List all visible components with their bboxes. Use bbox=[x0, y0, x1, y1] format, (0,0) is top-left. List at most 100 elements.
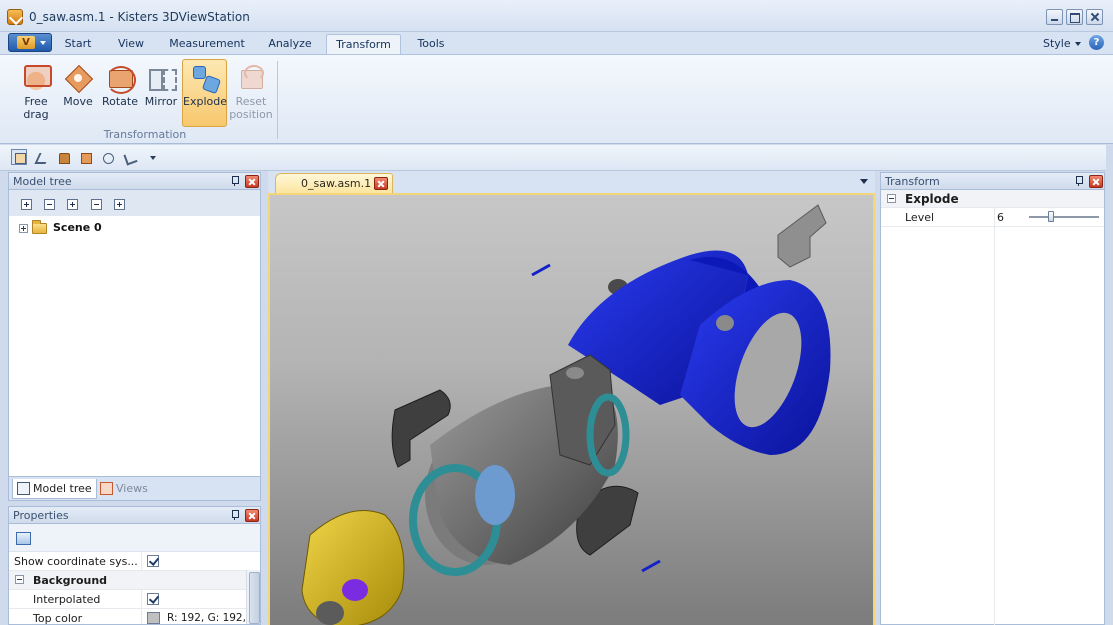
maximize-button[interactable] bbox=[1066, 9, 1083, 25]
transform-header: Transform bbox=[880, 172, 1105, 190]
prop-col-separator bbox=[141, 609, 142, 624]
select-mode-icon[interactable] bbox=[11, 149, 27, 165]
tab-transform[interactable]: Transform bbox=[326, 34, 401, 54]
window-title: 0_saw.asm.1 - Kisters 3DViewStation bbox=[29, 10, 250, 24]
application-menu-button[interactable]: V bbox=[8, 33, 52, 52]
tab-model-tree[interactable]: Model tree bbox=[12, 479, 97, 499]
document-tab-label: 0_saw.asm.1 bbox=[301, 177, 372, 190]
tab-measurement[interactable]: Measurement bbox=[164, 34, 250, 54]
expand-selection-icon[interactable] bbox=[114, 199, 125, 210]
minimize-button[interactable] bbox=[1046, 9, 1063, 25]
prop-name: Top color bbox=[33, 612, 83, 625]
document-tab[interactable]: 0_saw.asm.1 bbox=[275, 173, 393, 193]
close-icon[interactable] bbox=[245, 509, 259, 522]
move-label: Move bbox=[63, 95, 93, 108]
reset-position-icon bbox=[236, 63, 266, 93]
pin-part bbox=[641, 559, 661, 573]
purple-part bbox=[342, 579, 368, 601]
measure-angle-icon[interactable] bbox=[122, 150, 138, 166]
3d-viewport[interactable] bbox=[268, 193, 875, 625]
ribbon-tabs: V Start View Measurement Analyze Transfo… bbox=[0, 32, 1113, 54]
free-drag-label-2: drag bbox=[23, 108, 49, 121]
views-icon bbox=[100, 482, 113, 495]
transformation-group-label: Transformation bbox=[103, 128, 187, 141]
box-icon[interactable] bbox=[78, 150, 94, 166]
group-separator bbox=[277, 61, 278, 139]
pin-icon[interactable] bbox=[231, 510, 239, 520]
expand-level-icon[interactable] bbox=[67, 199, 78, 210]
scene-label[interactable]: Scene 0 bbox=[53, 221, 102, 234]
free-drag-label-1: Free bbox=[24, 95, 48, 108]
model-tree-header: Model tree bbox=[8, 172, 261, 190]
tab-view[interactable]: View bbox=[110, 34, 152, 54]
move-button[interactable]: Move bbox=[58, 59, 98, 127]
close-window-button[interactable] bbox=[1086, 9, 1103, 25]
collapse-group-icon[interactable] bbox=[15, 575, 24, 584]
tab-tools[interactable]: Tools bbox=[409, 34, 453, 54]
prop-name: Show coordinate sys... bbox=[14, 555, 138, 568]
tab-start[interactable]: Start bbox=[58, 34, 98, 54]
reset-position-button[interactable]: Reset position bbox=[228, 59, 274, 127]
expand-all-icon[interactable] bbox=[21, 199, 32, 210]
expand-node-icon[interactable] bbox=[19, 224, 28, 233]
transform-col-separator bbox=[994, 208, 995, 625]
interpolated-checkbox[interactable] bbox=[147, 593, 159, 605]
explode-group[interactable]: Explode bbox=[881, 190, 1104, 208]
hand-icon bbox=[21, 63, 52, 93]
collapse-all-icon[interactable] bbox=[44, 199, 55, 210]
model-tree-panel: Scene 0 bbox=[8, 190, 261, 477]
collapse-level-icon[interactable] bbox=[91, 199, 102, 210]
explode-button[interactable]: Explode bbox=[182, 59, 227, 127]
close-icon[interactable] bbox=[1089, 175, 1103, 188]
transform-title: Transform bbox=[885, 175, 940, 188]
quick-toolbar bbox=[0, 145, 1113, 171]
close-icon[interactable] bbox=[245, 175, 259, 188]
explode-icon bbox=[190, 63, 220, 93]
folder-icon bbox=[32, 220, 47, 234]
section-icon[interactable] bbox=[56, 150, 72, 166]
level-value[interactable]: 6 bbox=[997, 211, 1004, 224]
style-dropdown-icon[interactable] bbox=[1075, 42, 1081, 46]
pin-icon[interactable] bbox=[231, 176, 239, 186]
help-icon[interactable]: ? bbox=[1089, 35, 1104, 50]
prop-name: Interpolated bbox=[33, 593, 101, 606]
mirror-button[interactable]: Mirror bbox=[142, 59, 180, 127]
mirror-icon bbox=[146, 63, 177, 93]
prop-group-background[interactable]: Background bbox=[9, 571, 246, 590]
title-bar: 0_saw.asm.1 - Kisters 3DViewStation bbox=[0, 0, 1113, 32]
close-icon[interactable] bbox=[374, 177, 388, 190]
explode-label: Explode bbox=[183, 95, 227, 108]
explode-group-label: Explode bbox=[905, 192, 959, 206]
prop-row-show-coordinate: Show coordinate sys... bbox=[9, 552, 246, 571]
properties-panel: Show coordinate sys... Background Interp… bbox=[8, 524, 261, 625]
copy-properties-icon[interactable] bbox=[16, 532, 31, 545]
reset-label-2: position bbox=[229, 108, 273, 121]
tree-tab-strip: Model tree Views bbox=[8, 477, 261, 501]
tab-views-label: Views bbox=[116, 482, 148, 495]
show-coordinate-checkbox[interactable] bbox=[147, 555, 159, 567]
circle-icon[interactable] bbox=[100, 150, 116, 166]
free-drag-button[interactable]: Free drag bbox=[16, 59, 56, 127]
style-menu[interactable]: Style bbox=[1043, 37, 1071, 50]
collapse-group-icon[interactable] bbox=[887, 194, 896, 203]
toolbar-more-icon[interactable] bbox=[150, 156, 156, 160]
tab-views[interactable]: Views bbox=[96, 479, 152, 499]
screw-part bbox=[716, 315, 734, 331]
rotate-button[interactable]: Rotate bbox=[99, 59, 141, 127]
window-frame-right bbox=[1106, 145, 1113, 625]
prop-group-name: Background bbox=[33, 574, 108, 587]
prop-row-interpolated: Interpolated bbox=[9, 590, 246, 609]
app-logo-icon[interactable] bbox=[7, 9, 23, 25]
prop-col-separator bbox=[141, 590, 142, 609]
top-color-swatch[interactable] bbox=[147, 612, 160, 624]
level-slider[interactable] bbox=[1029, 211, 1099, 222]
tab-analyze[interactable]: Analyze bbox=[262, 34, 318, 54]
chevron-down-icon[interactable] bbox=[860, 179, 868, 184]
ribbon-panel: Free drag Move Rotate Mirror Explode Res… bbox=[0, 54, 1113, 144]
pin-icon[interactable] bbox=[1075, 176, 1083, 186]
move-icon bbox=[63, 63, 93, 93]
angle-icon[interactable] bbox=[34, 150, 50, 166]
rotate-label: Rotate bbox=[101, 95, 138, 108]
properties-scrollbar[interactable] bbox=[246, 570, 260, 624]
level-slider-knob[interactable] bbox=[1048, 211, 1054, 222]
